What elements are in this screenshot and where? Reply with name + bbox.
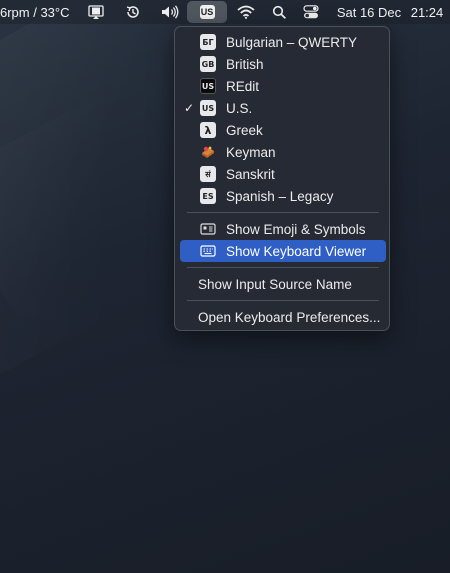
weather-text: 6rpm / 33°C	[0, 4, 70, 20]
menu-bar: 6rpm / 33°C US Sat 16 Dec 21:24	[0, 0, 450, 24]
menu-item-bulgarian[interactable]: БГ Bulgarian – QWERTY	[180, 31, 386, 53]
input-source-badge: US	[199, 5, 215, 19]
menu-item-label: British	[226, 56, 264, 72]
redit-badge-icon: US	[200, 78, 216, 94]
menu-item-label: Bulgarian – QWERTY	[226, 34, 358, 50]
british-badge-icon: GB	[200, 56, 216, 72]
bulgarian-badge-icon: БГ	[200, 34, 216, 50]
checkmark-icon: ✓	[184, 101, 195, 115]
menu-item-us[interactable]: ✓ US U.S.	[180, 97, 386, 119]
weather-status[interactable]: 6rpm / 33°C	[0, 0, 72, 24]
menu-item-label: REdit	[226, 78, 260, 94]
menu-item-label: U.S.	[226, 100, 253, 116]
menu-separator	[187, 300, 379, 301]
us-badge-icon: US	[200, 100, 216, 116]
menu-item-show-keyboard-viewer[interactable]: Show Keyboard Viewer	[180, 240, 386, 262]
menu-item-label: Show Input Source Name	[198, 276, 352, 292]
menu-item-label: Sanskrit	[226, 166, 275, 182]
menu-item-label: Open Keyboard Preferences...	[198, 309, 381, 325]
menu-item-label: Show Emoji & Symbols	[226, 221, 366, 237]
menu-item-british[interactable]: GB British	[180, 53, 386, 75]
keyboard-viewer-icon	[200, 245, 216, 257]
menu-item-sanskrit[interactable]: सं Sanskrit	[180, 163, 386, 185]
menu-separator	[187, 267, 379, 268]
spanish-badge-icon: ES	[200, 188, 216, 204]
menubar-clock[interactable]: 21:24	[406, 0, 448, 24]
emoji-symbols-icon	[200, 223, 216, 235]
volume-icon[interactable]	[159, 0, 181, 24]
spotlight-icon[interactable]	[269, 0, 289, 24]
menu-item-label: Greek	[226, 122, 263, 138]
greek-lambda-icon: λ	[200, 122, 216, 138]
time-machine-icon[interactable]	[123, 0, 143, 24]
menu-item-label: Show Keyboard Viewer	[226, 243, 367, 259]
menu-item-redit[interactable]: US REdit	[180, 75, 386, 97]
time-text: 21:24	[410, 4, 444, 20]
menubar-date[interactable]: Sat 16 Dec	[333, 0, 405, 24]
menu-item-spanish[interactable]: ES Spanish – Legacy	[180, 185, 386, 207]
display-icon[interactable]	[86, 0, 106, 24]
menu-item-label: Spanish – Legacy	[226, 188, 334, 204]
menu-item-keyman[interactable]: Keyman	[180, 141, 386, 163]
menu-item-show-emoji[interactable]: Show Emoji & Symbols	[180, 218, 386, 240]
menu-item-greek[interactable]: λ Greek	[180, 119, 386, 141]
menu-item-label: Keyman	[226, 144, 276, 160]
menu-item-show-input-source-name[interactable]: Show Input Source Name	[180, 273, 386, 295]
input-source-icon[interactable]: US	[187, 1, 227, 23]
date-text: Sat 16 Dec	[336, 4, 402, 20]
input-source-menu: БГ Bulgarian – QWERTY GB British US REdi…	[174, 26, 390, 331]
menu-item-open-keyboard-preferences[interactable]: Open Keyboard Preferences...	[180, 306, 386, 328]
control-center-icon[interactable]	[301, 0, 321, 24]
menu-separator	[187, 212, 379, 213]
sanskrit-badge-icon: सं	[200, 166, 216, 182]
wifi-icon[interactable]	[236, 0, 256, 24]
keyman-icon	[202, 146, 214, 158]
